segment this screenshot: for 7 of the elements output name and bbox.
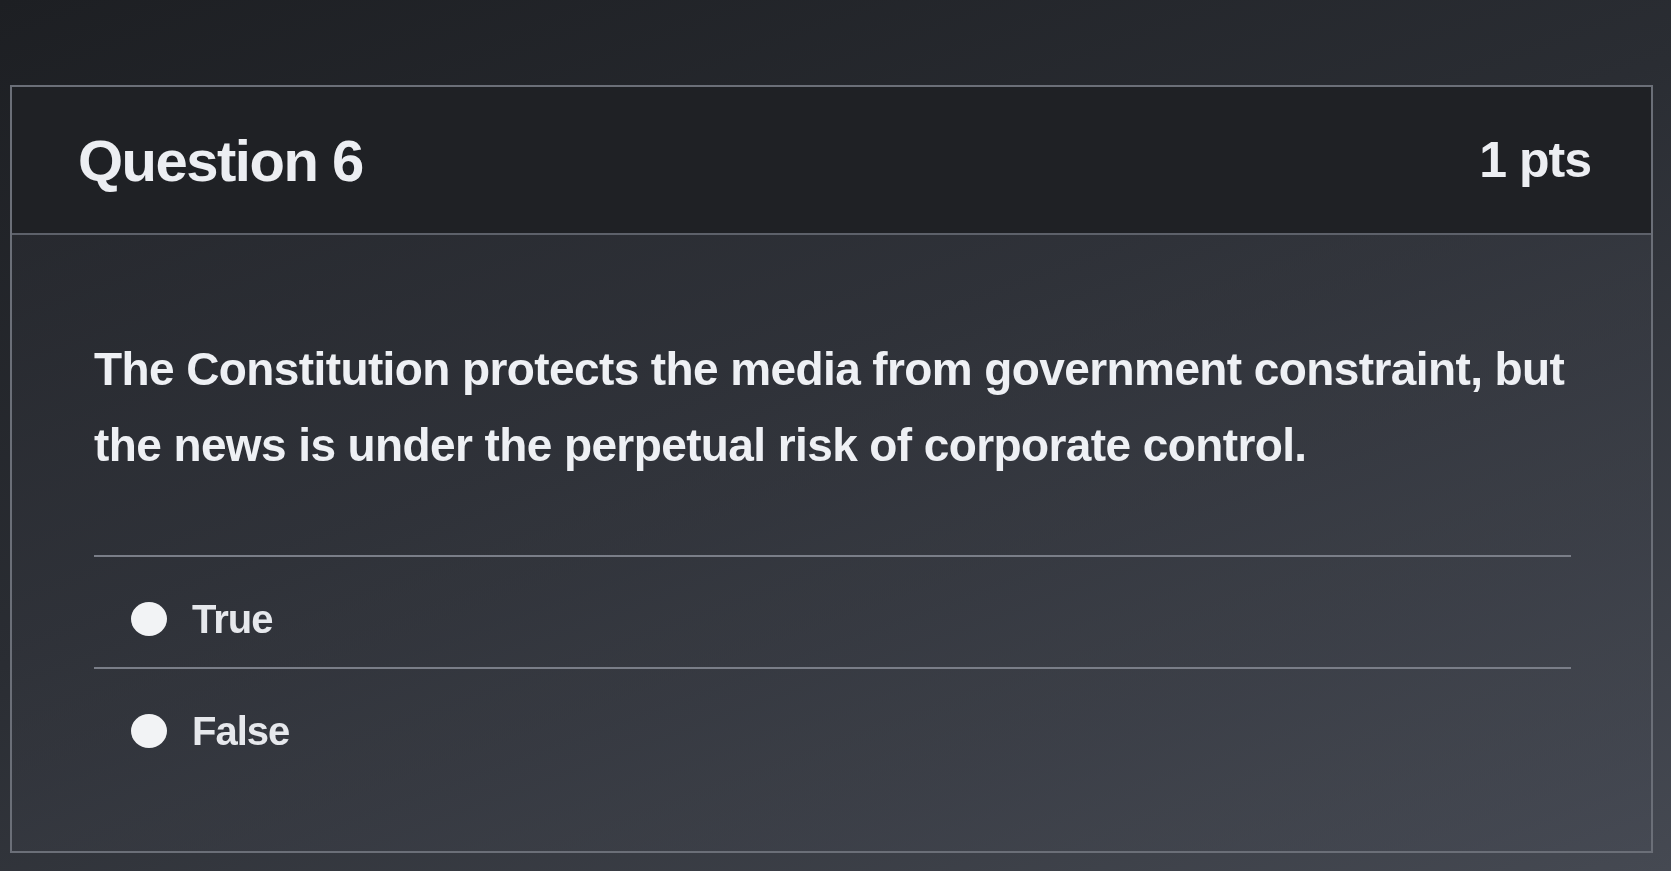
radio-icon[interactable] [130,713,168,749]
question-text: The Constitution protects the media from government constraint, but the news is under the perpetual risk of corporate control. [94,342,1566,473]
answer-label[interactable]: True [192,596,273,642]
question-points: 1 pts [1479,131,1591,189]
answer-label[interactable]: False [192,708,290,754]
question-title: Question 6 [78,126,363,194]
radio-icon[interactable] [130,601,168,637]
